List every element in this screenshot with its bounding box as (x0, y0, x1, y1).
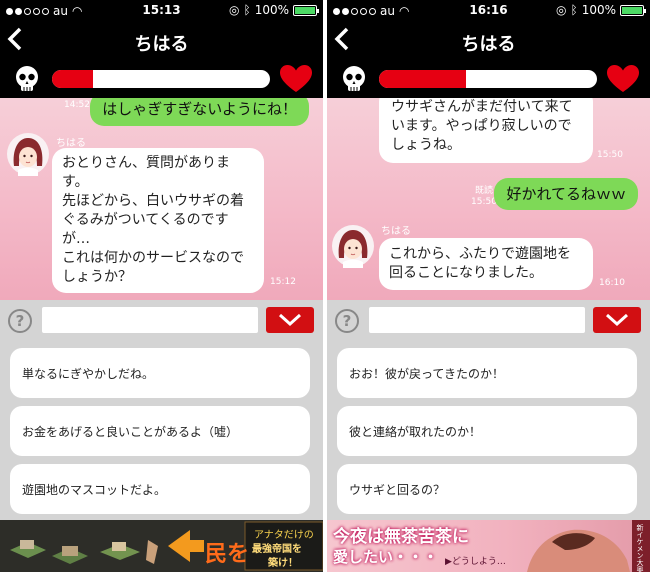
partner-message: これから、ふたりで遊園地を回ることになりました。 (379, 238, 593, 290)
choice-option[interactable]: おお！彼が戻ってきたのか！ (337, 348, 637, 398)
chevron-down-icon (605, 313, 629, 327)
partner-message: おとりさん、質問があります。 先ほどから、白いウサギの着ぐるみがついてくるのです… (52, 148, 264, 293)
lock-rotation-icon: ◎ (556, 3, 567, 17)
question-icon: ? (15, 312, 25, 330)
app-comparison: au ◠ 15:13 ◎ ᛒ 100% ちはる 14:52 はしゃぎすぎないよう… (0, 0, 650, 572)
meter-bar (379, 70, 597, 88)
ad-headline: 今夜は無茶苦茶に (333, 527, 469, 547)
battery-percent: 100% (581, 3, 616, 17)
ad-banner[interactable]: 今夜は無茶苦茶に 愛したい・・・ ▶どうしよう… 新イケメン大奥 (327, 520, 650, 572)
partner-bubble: これから、ふたりで遊園地を回ることになりました。 (379, 238, 593, 290)
chevron-down-icon (278, 313, 302, 327)
page-title: ちはる (134, 34, 189, 55)
choice-option[interactable]: 彼と連絡が取れたのか！ (337, 406, 637, 456)
bluetooth-icon: ᛒ (570, 3, 578, 17)
message-timestamp: 15:12 (270, 277, 296, 287)
status-bar: au ◠ 15:13 ◎ ᛒ 100% (0, 0, 323, 22)
my-message: 好かれてるねｗｗ (494, 178, 638, 210)
my-bubble: はしゃぎすぎないようにね！ (90, 98, 309, 126)
ad-cta: ▶どうしよう… (445, 557, 506, 567)
reply-input[interactable] (42, 307, 258, 333)
partner-message: ウサギさんがまだ付いて来ています。やっぱり寂しいのでしょうね。 (379, 98, 593, 163)
ad-brand: 新イケメン大奥 (636, 524, 644, 572)
partner-bubble: おとりさん、質問があります。 先ほどから、白いウサギの着ぐるみがついてくるのです… (52, 148, 264, 293)
skull-icon (343, 66, 365, 91)
ad-banner[interactable]: 民を アナタだけの 最強帝国を 築け！ (0, 520, 323, 572)
toggle-choices-button[interactable] (266, 307, 314, 333)
battery-icon (293, 4, 319, 16)
nav-bar: ちはる (0, 22, 323, 60)
meter-fill (379, 70, 467, 88)
battery-percent: 100% (254, 3, 289, 17)
message-timestamp: 16:10 (599, 278, 625, 288)
help-button[interactable]: ? (335, 309, 359, 333)
message-timestamp: 15:50 (597, 150, 623, 160)
my-bubble: 好かれてるねｗｗ (494, 178, 638, 210)
ad-text: アナタだけの (254, 530, 314, 541)
chat-screen-1: au ◠ 15:13 ◎ ᛒ 100% ちはる 14:52 はしゃぎすぎないよう… (0, 0, 323, 572)
message-timestamp: 14:52 (64, 100, 90, 110)
status-bar: au ◠ 16:16 ◎ ᛒ 100% (327, 0, 650, 22)
sender-name: ちはる (381, 226, 411, 237)
heart-icon (607, 65, 639, 92)
meter-fill (52, 70, 94, 88)
chat-screen-2: au ◠ 16:16 ◎ ᛒ 100% ちはる ウサギさんがまだ付いて来ています… (327, 0, 650, 572)
choice-list: 単なるにぎやかしだね。 お金をあげると良いことがあるよ（嘘） 遊園地のマスコット… (0, 340, 323, 520)
reply-input[interactable] (369, 307, 585, 333)
choice-option[interactable]: 単なるにぎやかしだね。 (10, 348, 310, 398)
ad-headline: 民を (205, 542, 250, 567)
ad-text: 最強帝国を (252, 544, 302, 555)
avatar (332, 225, 374, 268)
reply-bar: ? (327, 300, 650, 340)
affection-meter (327, 60, 650, 98)
sender-name: ちはる (56, 138, 86, 149)
avatar (7, 133, 49, 176)
status-right: ◎ ᛒ 100% (229, 3, 319, 17)
choice-option[interactable]: お金をあげると良いことがあるよ（嘘） (10, 406, 310, 456)
battery-icon (620, 4, 646, 16)
skull-icon (16, 66, 38, 91)
toggle-choices-button[interactable] (593, 307, 641, 333)
ad-text: 築け！ (268, 558, 298, 569)
question-icon: ? (342, 312, 352, 330)
chat-area[interactable]: 14:52 はしゃぎすぎないようにね！ ちはる おとりさん、質問があります。 先… (0, 98, 323, 300)
heart-icon (280, 65, 312, 92)
bluetooth-icon: ᛒ (243, 3, 251, 17)
my-message: はしゃぎすぎないようにね！ (90, 98, 309, 126)
chat-area[interactable]: ウサギさんがまだ付いて来ています。やっぱり寂しいのでしょうね。 15:50 既読… (327, 98, 650, 300)
read-label: 既読 (474, 186, 493, 196)
ad-subline: 愛したい・・・ (333, 548, 439, 566)
lock-rotation-icon: ◎ (229, 3, 240, 17)
partner-bubble: ウサギさんがまだ付いて来ています。やっぱり寂しいのでしょうね。 (379, 98, 593, 163)
choice-list: おお！彼が戻ってきたのか！ 彼と連絡が取れたのか！ ウサギと回るの？ (327, 340, 650, 520)
page-title: ちはる (461, 34, 516, 55)
message-timestamp: 15:50 (471, 197, 497, 207)
choice-option[interactable]: ウサギと回るの？ (337, 464, 637, 514)
nav-bar: ちはる (327, 22, 650, 60)
read-receipt: 既読 15:50 (471, 186, 497, 208)
choice-option[interactable]: 遊園地のマスコットだよ。 (10, 464, 310, 514)
reply-bar: ? (0, 300, 323, 340)
meter-bar (52, 70, 270, 88)
help-button[interactable]: ? (8, 309, 32, 333)
affection-meter (0, 60, 323, 98)
status-right: ◎ ᛒ 100% (556, 3, 646, 17)
